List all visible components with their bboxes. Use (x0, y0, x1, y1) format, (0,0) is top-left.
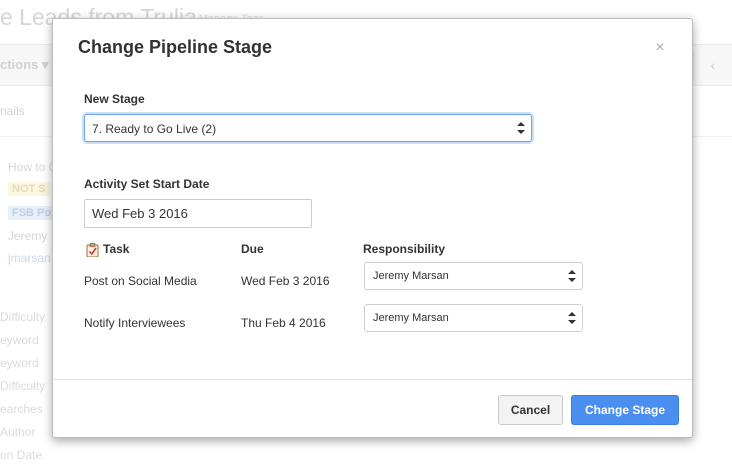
responsibility-select[interactable]: Jeremy Marsan (364, 304, 583, 332)
new-stage-value: 7. Ready to Go Live (2) (92, 122, 217, 136)
cancel-button[interactable]: Cancel (498, 395, 563, 425)
task-due-date: Thu Feb 4 2016 (241, 316, 326, 330)
task-name: Post on Social Media (84, 274, 197, 288)
column-header-task: Task (103, 242, 130, 256)
select-arrows-icon (568, 312, 576, 324)
column-header-due: Due (241, 242, 264, 256)
start-date-label: Activity Set Start Date (84, 177, 210, 191)
select-arrows-icon (568, 270, 576, 282)
responsibility-value: Jeremy Marsan (373, 270, 449, 282)
change-pipeline-stage-dialog: Change Pipeline Stage × New Stage 7. Rea… (52, 18, 693, 438)
change-stage-button[interactable]: Change Stage (571, 395, 679, 425)
select-arrows-icon (517, 122, 525, 134)
new-stage-select[interactable]: 7. Ready to Go Live (2) (84, 114, 532, 142)
start-date-input[interactable] (84, 199, 312, 228)
responsibility-select[interactable]: Jeremy Marsan (364, 262, 583, 290)
task-due-date: Wed Feb 3 2016 (241, 274, 330, 288)
clipboard-check-icon (86, 243, 99, 257)
new-stage-label: New Stage (84, 92, 145, 106)
task-name: Notify Interviewees (84, 316, 186, 330)
responsibility-value: Jeremy Marsan (373, 312, 449, 324)
footer-divider (53, 379, 692, 380)
dialog-title: Change Pipeline Stage (78, 37, 273, 57)
close-icon[interactable]: × (652, 40, 668, 56)
column-header-responsibility: Responsibility (363, 242, 446, 256)
